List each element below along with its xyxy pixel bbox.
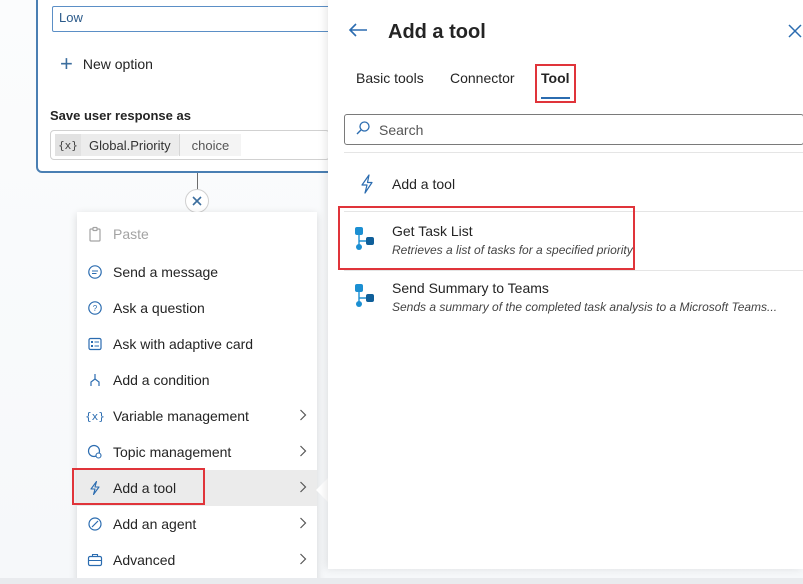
- question-node-card[interactable]: Low + New option Save user response as {…: [36, 0, 366, 173]
- menu-item-send-message[interactable]: Send a message: [77, 254, 317, 290]
- highlight-tool-tab: [535, 64, 576, 103]
- flow-icon: [352, 284, 376, 315]
- chevron-right-icon: [299, 552, 307, 568]
- search-box[interactable]: [344, 114, 803, 145]
- tool-item-send-summary[interactable]: Send Summary to Teams Sends a summary of…: [344, 280, 803, 320]
- add-tool-row[interactable]: Add a tool: [344, 174, 803, 198]
- adaptive-card-icon: [86, 335, 104, 353]
- message-icon: [86, 263, 104, 281]
- insert-node-menu: Paste Send a message ? Ask a question As…: [77, 212, 317, 584]
- variable-chip: {x} Global.Priority: [55, 134, 179, 156]
- option-input[interactable]: Low: [52, 6, 342, 32]
- add-tool-panel: Add a tool Basic tools Connector Tool Ad…: [328, 0, 803, 569]
- variable-name: Global.Priority: [89, 137, 171, 153]
- menu-item-label: Ask a question: [113, 300, 205, 316]
- tool-description: Sends a summary of the completed task an…: [392, 300, 778, 314]
- briefcase-icon: [86, 551, 104, 569]
- new-option-button[interactable]: + New option: [60, 51, 153, 76]
- save-response-label: Save user response as: [50, 108, 191, 123]
- highlight-add-tool-menu: [72, 468, 205, 505]
- add-tool-label: Add a tool: [392, 176, 456, 192]
- menu-item-label: Variable management: [113, 408, 249, 424]
- chevron-right-icon: [299, 444, 307, 460]
- variable-icon: {x}: [85, 409, 105, 423]
- submenu-pointer: [316, 478, 328, 502]
- condition-icon: [86, 371, 104, 389]
- panel-title: Add a tool: [388, 21, 486, 43]
- chevron-right-icon: [299, 408, 307, 424]
- menu-item-label: Advanced: [113, 552, 176, 568]
- chevron-right-icon: [299, 480, 307, 496]
- close-icon[interactable]: [185, 189, 209, 213]
- menu-item-advanced[interactable]: Advanced: [77, 542, 317, 578]
- menu-item-label: Add a condition: [113, 372, 210, 388]
- question-icon: ?: [86, 299, 104, 317]
- topic-icon: [86, 443, 104, 461]
- plus-icon: +: [60, 51, 73, 76]
- menu-item-label: Paste: [113, 226, 149, 242]
- new-option-label: New option: [82, 56, 153, 72]
- variable-type: choice: [178, 134, 242, 156]
- paste-icon: [86, 225, 104, 243]
- divider: [344, 270, 803, 271]
- tab-connector[interactable]: Connector: [450, 70, 515, 86]
- search-input[interactable]: [377, 120, 781, 139]
- menu-item-paste[interactable]: Paste: [77, 216, 317, 252]
- tool-name: Send Summary to Teams: [392, 280, 549, 296]
- menu-item-topic-management[interactable]: Topic management: [77, 434, 317, 470]
- search-icon: [355, 120, 371, 139]
- agent-icon: [86, 515, 104, 533]
- menu-item-adaptive-card[interactable]: Ask with adaptive card: [77, 326, 317, 362]
- menu-item-label: Ask with adaptive card: [113, 336, 254, 352]
- close-icon[interactable]: [788, 24, 802, 41]
- chevron-right-icon: [299, 516, 307, 532]
- menu-item-label: Send a message: [113, 264, 219, 280]
- menu-item-add-agent[interactable]: Add an agent: [77, 506, 317, 542]
- menu-item-label: Add an agent: [113, 516, 197, 532]
- lightning-icon: [358, 174, 376, 197]
- tab-basic-tools[interactable]: Basic tools: [356, 70, 424, 86]
- highlight-get-task-list: [338, 206, 635, 270]
- variable-selector[interactable]: {x} Global.Priority choice: [50, 130, 330, 160]
- menu-item-ask-question[interactable]: ? Ask a question: [77, 290, 317, 326]
- divider: [344, 152, 803, 153]
- back-arrow-icon[interactable]: [348, 22, 368, 41]
- menu-item-label: Topic management: [113, 444, 232, 460]
- svg-text:?: ?: [93, 304, 98, 313]
- menu-item-add-condition[interactable]: Add a condition: [77, 362, 317, 398]
- canvas-bottom-bar: [0, 578, 803, 584]
- menu-item-variable-management[interactable]: {x} Variable management: [77, 398, 317, 434]
- variable-icon: {x}: [55, 134, 81, 156]
